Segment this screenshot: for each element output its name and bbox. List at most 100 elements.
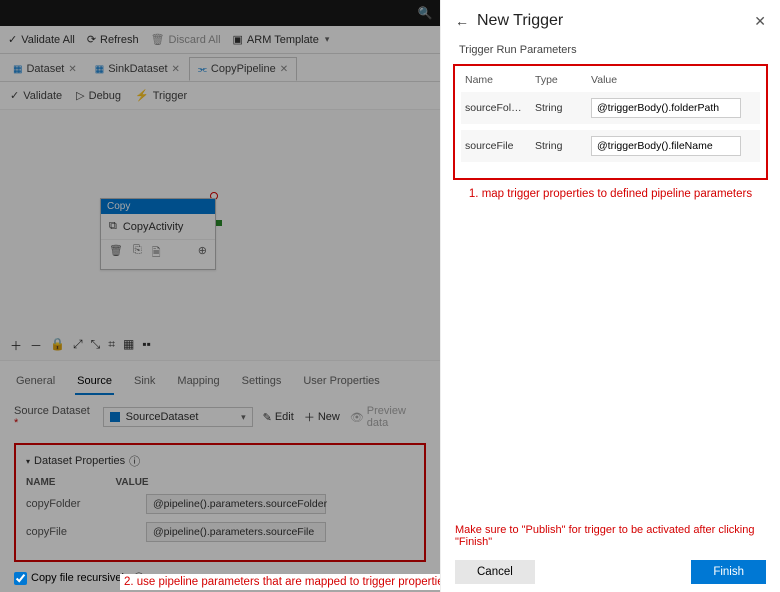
col-value: VALUE <box>115 477 148 488</box>
bolt-icon: ⚡ <box>135 89 149 102</box>
param-row: sourceFol… String <box>461 92 760 124</box>
param-name: copyFolder <box>26 498 146 510</box>
close-icon[interactable]: ✕ <box>172 64 180 75</box>
refresh-button[interactable]: ⟳Refresh <box>87 33 139 46</box>
close-icon[interactable]: ✕ <box>68 64 76 75</box>
activity-name: CopyActivity <box>123 221 184 233</box>
fit-icon[interactable]: ⤢ <box>73 337 83 354</box>
grid-icon[interactable]: ▦ <box>123 337 134 354</box>
validate-label: Validate <box>23 90 62 102</box>
pipeline-toolbar: ✓ Validate ▷Debug ⚡ Trigger <box>0 82 440 110</box>
table-row: copyFolder @pipeline().parameters.source… <box>26 494 414 514</box>
checkbox-input[interactable] <box>14 572 27 585</box>
param-value-input[interactable]: @pipeline().parameters.sourceFolder <box>146 494 326 514</box>
activity-header: Copy <box>101 199 215 214</box>
validate-all-button[interactable]: ✓ Validate All <box>8 33 75 46</box>
clone-icon[interactable]: ⎘ <box>133 244 142 263</box>
back-button[interactable]: ← <box>455 13 469 29</box>
param-name: sourceFol… <box>465 102 535 114</box>
copy-icon: ⧉ <box>109 220 117 233</box>
chevron-down-icon: ▾ <box>241 412 246 423</box>
command-bar: ✓ Validate All ⟳Refresh 🗑Discard All ▣ARM… <box>0 26 440 54</box>
zoom-in-icon[interactable]: ＋ <box>10 337 22 354</box>
preview-icon: 👁 <box>350 411 364 424</box>
dataset-properties-table: NAME VALUE copyFolder @pipeline().parame… <box>26 477 414 542</box>
param-type: String <box>535 140 591 152</box>
debug-label: Debug <box>89 90 121 102</box>
param-value-input[interactable]: @pipeline().parameters.sourceFile <box>146 522 326 542</box>
tab-settings[interactable]: Settings <box>240 369 284 395</box>
new-dataset-button[interactable]: ＋New <box>304 409 340 425</box>
refresh-label: Refresh <box>100 34 139 46</box>
pipeline-icon: ⫘ <box>198 64 207 75</box>
annotation-2: 2. use pipeline parameters that are mapp… <box>120 574 453 590</box>
pencil-icon: ✎ <box>263 411 272 424</box>
panel-title: New Trigger <box>477 12 563 30</box>
param-value-input[interactable] <box>591 136 741 156</box>
expand-icon[interactable]: ⊕ <box>198 244 207 263</box>
activity-output-port[interactable] <box>216 220 222 226</box>
lock-icon[interactable]: 🔒 <box>50 337 65 354</box>
zoom-out-icon[interactable]: － <box>30 337 42 354</box>
annotation-1: 1. map trigger properties to defined pip… <box>457 188 764 200</box>
tab-mapping[interactable]: Mapping <box>175 369 221 395</box>
arm-template-label: ARM Template <box>247 34 319 46</box>
panel-footer: Cancel Finish <box>455 560 766 584</box>
dataset-properties-header[interactable]: ▾Dataset Propertiesⓘ <box>26 453 414 469</box>
tab-label: CopyPipeline <box>211 63 276 75</box>
minimap-icon[interactable]: ▪▪ <box>142 337 151 354</box>
validate-button[interactable]: ✓ Validate <box>10 89 62 102</box>
activity-footer: 🗑 ⎘ 🗎 ⊕ <box>101 239 215 269</box>
check-icon: ✓ <box>8 33 17 46</box>
col-value: Value <box>591 74 756 86</box>
tab-label: Dataset <box>26 63 64 75</box>
autolayout-icon[interactable]: ⌗ <box>108 337 115 354</box>
property-tabs: General Source Sink Mapping Settings Use… <box>0 360 440 395</box>
editor-background: 🔍 ✓ Validate All ⟳Refresh 🗑Discard All ▣A… <box>0 0 440 592</box>
trigger-button[interactable]: ⚡ Trigger <box>135 89 187 102</box>
arm-template-dropdown[interactable]: ▣ARM Template <box>233 33 330 46</box>
tab-sink[interactable]: Sink <box>132 369 157 395</box>
col-name: NAME <box>26 477 55 488</box>
search-icon[interactable]: 🔍 <box>414 2 436 24</box>
tab-sinkdataset[interactable]: ▦ SinkDataset ✕ <box>86 57 189 81</box>
col-type: Type <box>535 74 591 86</box>
fullscreen-icon[interactable]: ⤡ <box>91 337 101 354</box>
panel-header: ← New Trigger ✕ <box>441 0 780 38</box>
tab-source[interactable]: Source <box>75 369 114 395</box>
source-dataset-label: Source Dataset * <box>14 405 93 429</box>
copy-recursively-label: Copy file recursively <box>31 572 129 584</box>
param-name: copyFile <box>26 526 146 538</box>
close-button[interactable]: ✕ <box>754 13 766 30</box>
source-dataset-select[interactable]: SourceDataset ▾ <box>103 407 253 427</box>
tab-dataset[interactable]: ▦ Dataset ✕ <box>4 57 86 81</box>
dataset-icon: ▦ <box>95 64 104 75</box>
trigger-label: Trigger <box>153 90 187 102</box>
param-type: String <box>535 102 591 114</box>
pipeline-canvas[interactable]: Copy ⧉ CopyActivity 🗑 ⎘ 🗎 ⊕ ＋ － 🔒 ⤢ ⤡ ⌗ ▦… <box>0 110 440 360</box>
edit-dataset-button[interactable]: ✎Edit <box>263 411 294 424</box>
debug-button[interactable]: ▷Debug <box>76 89 121 102</box>
delete-icon[interactable]: 🗑 <box>109 244 123 263</box>
tab-label: SinkDataset <box>108 63 167 75</box>
check-icon: ✓ <box>10 89 19 102</box>
tab-row: ▦ Dataset ✕ ▦ SinkDataset ✕ ⫘ CopyPipeline ✕ <box>0 54 440 82</box>
cancel-button[interactable]: Cancel <box>455 560 535 584</box>
dataset-properties-title: Dataset Properties <box>34 455 125 467</box>
publish-note: Make sure to "Publish" for trigger to be… <box>455 524 766 548</box>
info-icon[interactable]: 🗎 <box>152 244 161 263</box>
finish-button[interactable]: Finish <box>691 560 766 584</box>
activity-body: ⧉ CopyActivity <box>101 214 215 239</box>
discard-all-button[interactable]: 🗑Discard All <box>151 33 221 46</box>
param-value-input[interactable] <box>591 98 741 118</box>
tab-copypipeline[interactable]: ⫘ CopyPipeline ✕ <box>189 57 297 81</box>
canvas-tools: ＋ － 🔒 ⤢ ⤡ ⌗ ▦ ▪▪ <box>10 337 151 354</box>
copy-activity[interactable]: Copy ⧉ CopyActivity 🗑 ⎘ 🗎 ⊕ <box>100 198 216 270</box>
dataset-icon: ▦ <box>13 64 22 75</box>
close-icon[interactable]: ✕ <box>280 64 288 75</box>
info-icon[interactable]: ⓘ <box>129 453 140 469</box>
col-name: Name <box>465 74 535 86</box>
tab-user-properties[interactable]: User Properties <box>301 369 381 395</box>
validate-all-label: Validate All <box>21 34 75 46</box>
tab-general[interactable]: General <box>14 369 57 395</box>
